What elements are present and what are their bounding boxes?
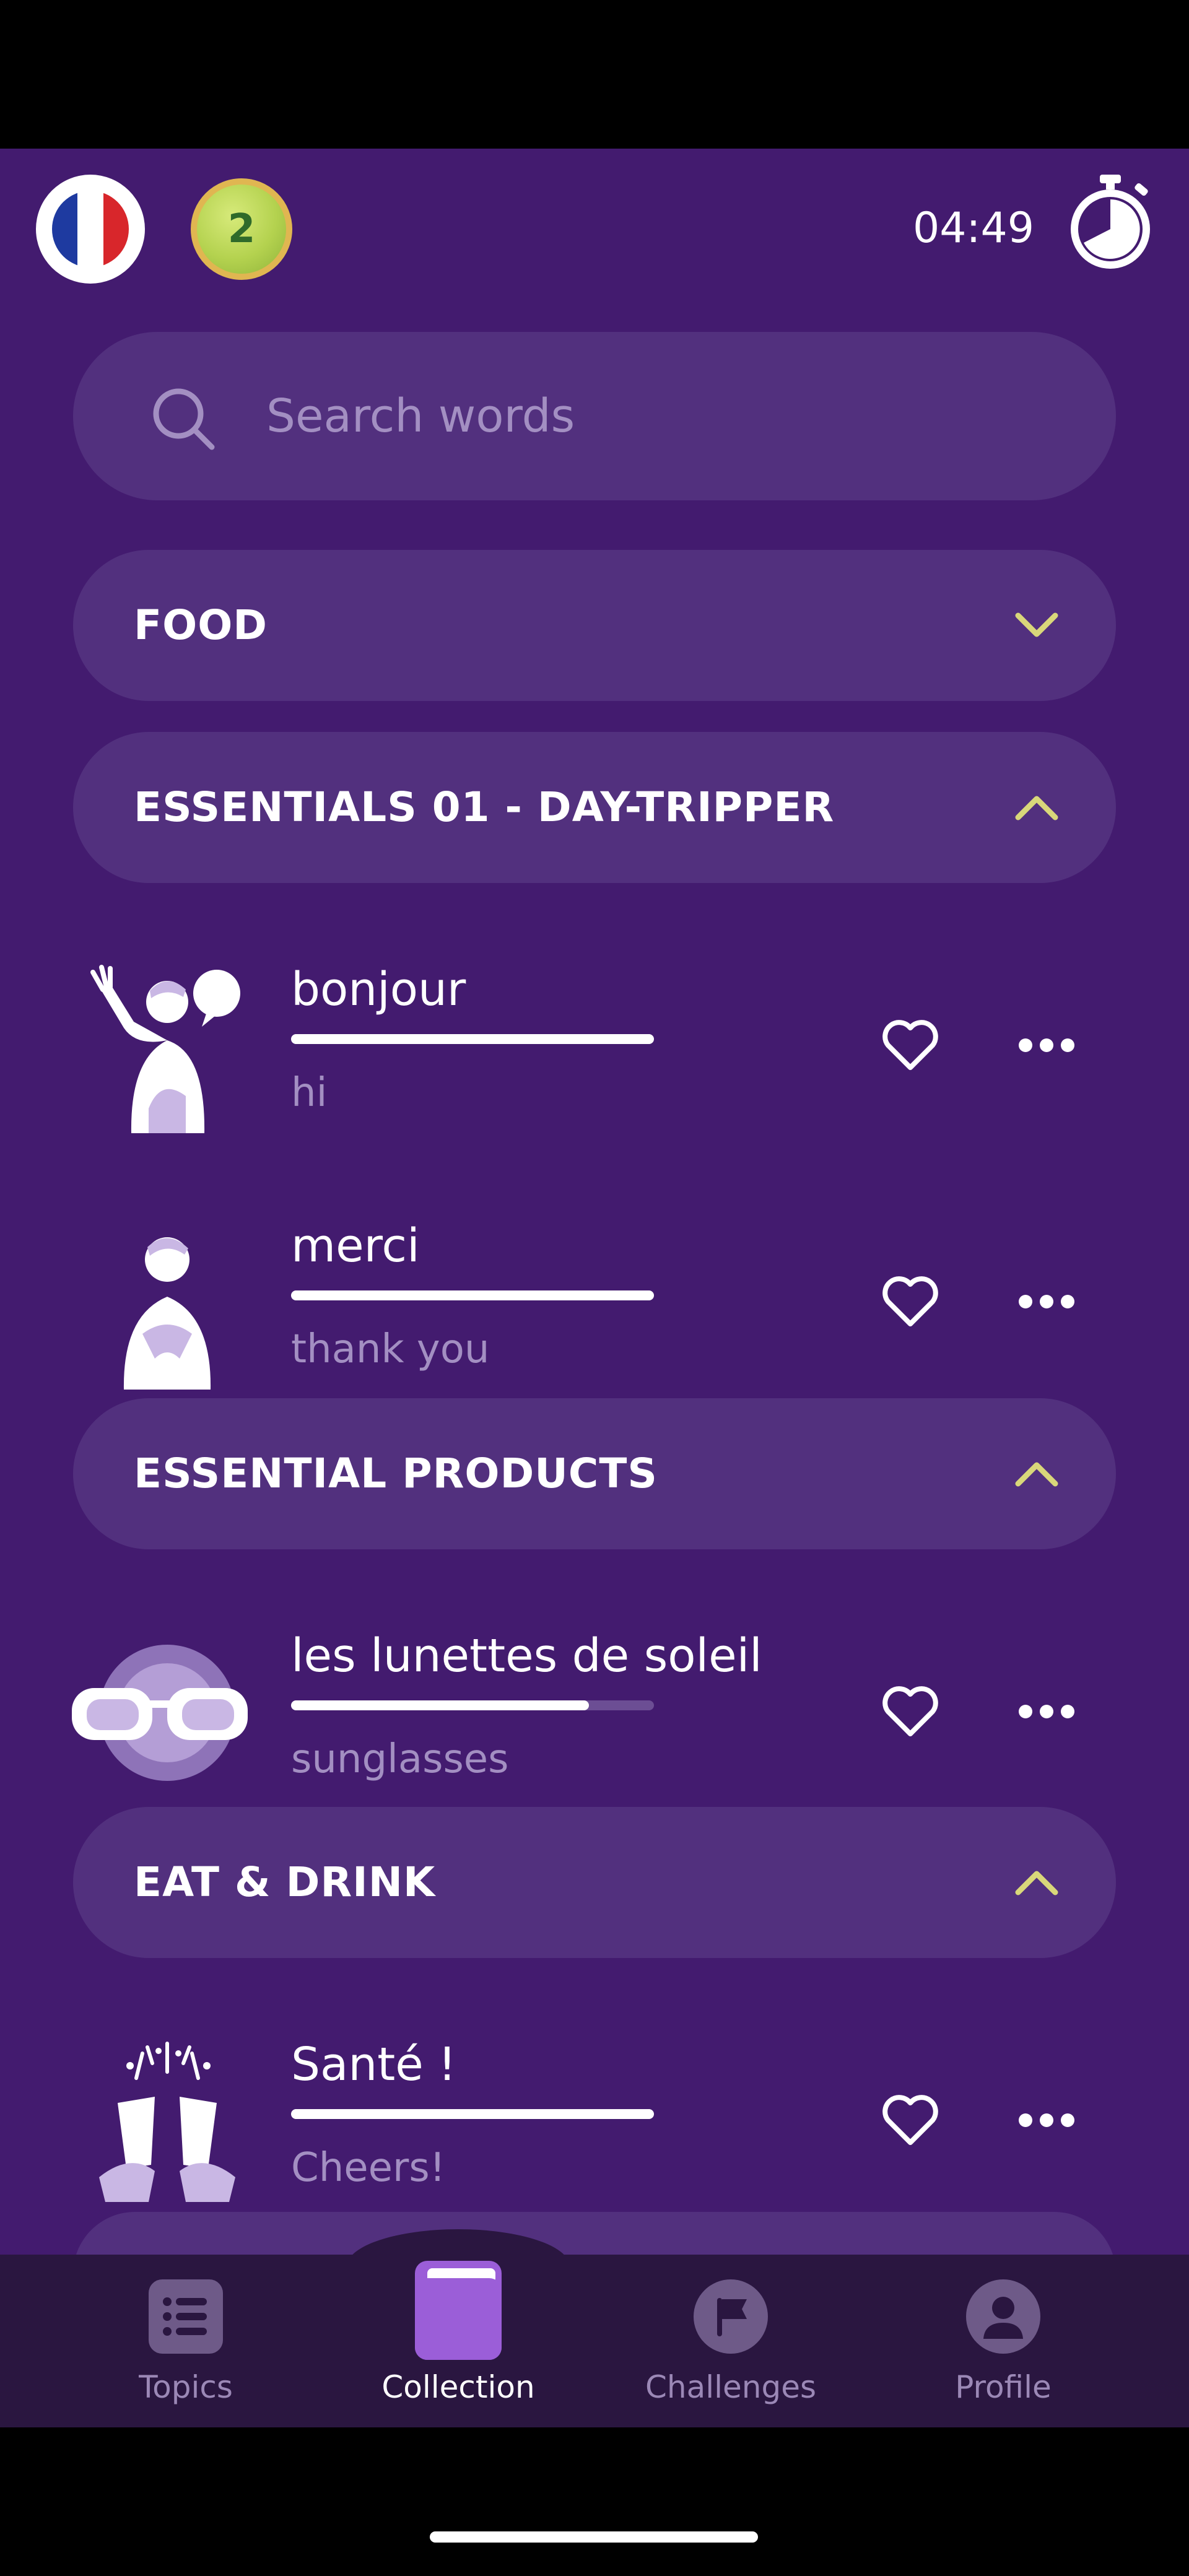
section-title: ESSENTIAL PRODUCTS: [134, 1450, 658, 1497]
word-row[interactable]: merci thank you: [0, 1185, 1189, 1421]
flag-icon: [694, 2279, 768, 2354]
more-options-icon[interactable]: [1016, 1032, 1078, 1059]
nav-topics[interactable]: Topics: [68, 2255, 303, 2427]
level-number: 2: [227, 206, 256, 252]
nav-profile[interactable]: Profile: [886, 2255, 1121, 2427]
chevron-up-icon[interactable]: [1012, 1449, 1061, 1499]
word-translation: Cheers!: [291, 2145, 446, 2191]
person-icon: [966, 2279, 1040, 2354]
nav-label: Profile: [955, 2369, 1052, 2405]
chevron-up-icon[interactable]: [1012, 1858, 1061, 1907]
progress-fill: [291, 1034, 654, 1044]
progress-fill: [291, 1700, 589, 1710]
toasting-glasses-illustration: [99, 2042, 235, 2202]
stopwatch-icon[interactable]: [1065, 172, 1156, 271]
word-row[interactable]: les lunettes de soleil sunglasses: [0, 1595, 1189, 1830]
sunglasses-illustration: [72, 1645, 248, 1781]
section-eat-drink[interactable]: EAT & DRINK: [73, 1807, 1116, 1958]
nav-label: Topics: [139, 2369, 233, 2405]
more-options-icon[interactable]: [1016, 2107, 1078, 2134]
heart-icon[interactable]: [879, 1271, 941, 1333]
section-essential-products[interactable]: ESSENTIAL PRODUCTS: [73, 1398, 1116, 1549]
search-bar[interactable]: Search words: [73, 332, 1116, 500]
level-badge[interactable]: 2: [191, 178, 292, 280]
progress-fill: [291, 2109, 654, 2119]
progress-bar: [291, 1290, 654, 1300]
heart-icon[interactable]: [879, 2089, 941, 2151]
heart-icon[interactable]: [879, 1681, 941, 1743]
more-options-icon[interactable]: [1016, 1698, 1078, 1725]
word-term: bonjour: [291, 963, 466, 1016]
heart-icon[interactable]: [879, 1014, 941, 1076]
home-indicator[interactable]: [430, 2531, 758, 2543]
bottom-nav: Topics Collection Challenges Profile: [0, 2255, 1189, 2427]
nav-label: Challenges: [645, 2369, 817, 2405]
list-icon: [149, 2279, 223, 2354]
progress-bar: [291, 1034, 654, 1044]
nav-collection[interactable]: Collection: [341, 2255, 576, 2427]
chevron-down-icon[interactable]: [1012, 601, 1061, 650]
section-title: ESSENTIALS 01 - DAY-TRIPPER: [134, 783, 835, 831]
grateful-person-illustration: [123, 1237, 211, 1390]
section-title: EAT & DRINK: [134, 1858, 436, 1906]
word-term: merci: [291, 1219, 420, 1273]
section-food[interactable]: FOOD: [73, 550, 1116, 701]
word-term: Santé !: [291, 2038, 456, 2091]
progress-fill: [291, 1290, 654, 1300]
word-row[interactable]: Santé ! Cheers!: [0, 2004, 1189, 2239]
france-flag-icon[interactable]: [36, 175, 145, 284]
section-essentials[interactable]: ESSENTIALS 01 - DAY-TRIPPER: [73, 732, 1116, 883]
waving-person-illustration: [90, 965, 240, 1133]
progress-bar: [291, 1700, 654, 1710]
progress-bar: [291, 2109, 654, 2119]
section-title: FOOD: [134, 601, 268, 649]
word-translation: hi: [291, 1070, 328, 1116]
word-row[interactable]: bonjour hi: [0, 929, 1189, 1164]
nav-challenges[interactable]: Challenges: [613, 2255, 848, 2427]
search-input[interactable]: Search words: [266, 332, 575, 500]
word-translation: thank you: [291, 1326, 490, 1372]
timer-readout: 04:49: [913, 204, 1034, 253]
chevron-up-icon[interactable]: [1012, 783, 1061, 832]
search-icon: [153, 388, 215, 450]
nav-label: Collection: [381, 2369, 535, 2405]
book-icon: [415, 2261, 502, 2360]
app-screen: 2 04:49 Search words FOOD ESSENTIALS 01 …: [0, 149, 1189, 2427]
more-options-icon[interactable]: [1016, 1288, 1078, 1315]
word-term: les lunettes de soleil: [291, 1629, 762, 1682]
word-translation: sunglasses: [291, 1736, 509, 1782]
